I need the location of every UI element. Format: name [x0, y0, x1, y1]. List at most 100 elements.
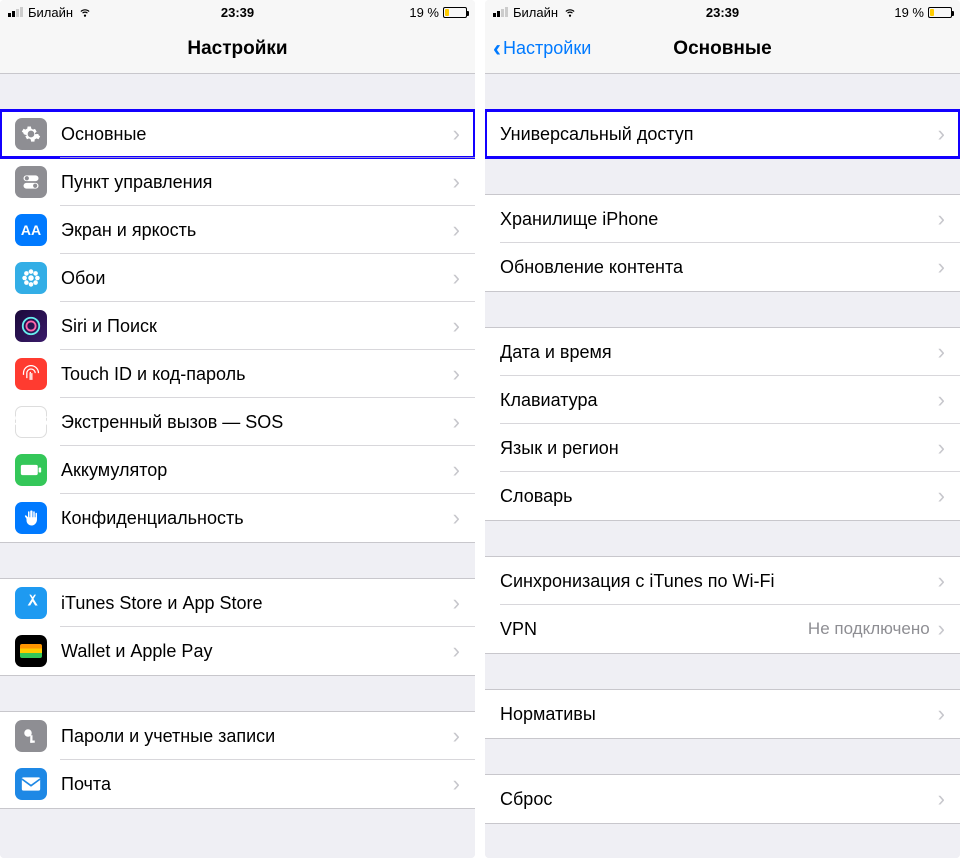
row-regulatory[interactable]: Нормативы› [485, 690, 960, 738]
row-label: Синхронизация с iTunes по Wi-Fi [500, 571, 938, 592]
status-time: 23:39 [706, 5, 739, 20]
touchid-icon [15, 358, 47, 390]
chevron-right-icon: › [453, 267, 460, 289]
row-date-time[interactable]: Дата и время› [485, 328, 960, 376]
sos-icon: SOS [15, 406, 47, 438]
chevron-right-icon: › [938, 788, 945, 810]
phone-general: Билайн 23:39 19 % ‹ Настройки Основные У… [485, 0, 960, 858]
settings-group: Синхронизация с iTunes по Wi-Fi›VPNНе по… [485, 556, 960, 654]
mail-icon [15, 768, 47, 800]
row-label: Touch ID и код-пароль [61, 364, 453, 385]
back-label: Настройки [503, 38, 591, 59]
row-wallet[interactable]: Wallet и Apple Pay› [0, 627, 475, 675]
row-label: Дата и время [500, 342, 938, 363]
settings-group: Сброс› [485, 774, 960, 824]
chevron-right-icon: › [938, 437, 945, 459]
row-accessibility[interactable]: Универсальный доступ› [485, 110, 960, 158]
carrier-label: Билайн [513, 5, 558, 20]
settings-group: Пароли и учетные записи›Почта› [0, 711, 475, 809]
row-control-center[interactable]: Пункт управления› [0, 158, 475, 206]
row-itunes-wifi[interactable]: Синхронизация с iTunes по Wi-Fi› [485, 557, 960, 605]
row-label: iTunes Store и App Store [61, 593, 453, 614]
row-label: Язык и регион [500, 438, 938, 459]
nav-bar: ‹ Настройки Основные [485, 24, 960, 74]
row-language[interactable]: Язык и регион› [485, 424, 960, 472]
row-keyboard[interactable]: Клавиатура› [485, 376, 960, 424]
chevron-right-icon: › [938, 341, 945, 363]
row-label: Почта [61, 774, 453, 795]
page-title: Настройки [10, 38, 465, 60]
row-label: Аккумулятор [61, 460, 453, 481]
row-vpn[interactable]: VPNНе подключено › [485, 605, 960, 653]
row-label: Экстренный вызов — SOS [61, 412, 453, 433]
chevron-right-icon: › [938, 208, 945, 230]
row-privacy[interactable]: Конфиденциальность› [0, 494, 475, 542]
row-battery[interactable]: Аккумулятор› [0, 446, 475, 494]
group-spacer [485, 654, 960, 689]
settings-group: Нормативы› [485, 689, 960, 739]
chevron-right-icon: › [453, 507, 460, 529]
group-spacer [0, 676, 475, 711]
row-background-refresh[interactable]: Обновление контента› [485, 243, 960, 291]
chevron-right-icon: › [938, 703, 945, 725]
row-label: Wallet и Apple Pay [61, 641, 453, 662]
siri-icon [15, 310, 47, 342]
row-dictionary[interactable]: Словарь› [485, 472, 960, 520]
appstore-icon [15, 587, 47, 619]
row-display[interactable]: AA Экран и яркость› [0, 206, 475, 254]
chevron-right-icon: › [453, 725, 460, 747]
row-sos[interactable]: SOSЭкстренный вызов — SOS› [0, 398, 475, 446]
row-general[interactable]: Основные› [0, 110, 475, 158]
chevron-right-icon: › [938, 618, 945, 640]
wallet-icon [15, 635, 47, 667]
battery-percent: 19 % [409, 5, 439, 20]
general-list[interactable]: Универсальный доступ›Хранилище iPhone›Об… [485, 74, 960, 858]
row-touchid[interactable]: Touch ID и код-пароль› [0, 350, 475, 398]
nav-bar: Настройки [0, 24, 475, 74]
row-label: Хранилище iPhone [500, 209, 938, 230]
row-label: Словарь [500, 486, 938, 507]
row-wallpaper[interactable]: Обои› [0, 254, 475, 302]
group-spacer [485, 74, 960, 109]
back-button[interactable]: ‹ Настройки [493, 37, 591, 61]
settings-group: iTunes Store и App Store›Wallet и Apple … [0, 578, 475, 676]
row-passwords[interactable]: Пароли и учетные записи› [0, 712, 475, 760]
row-value: Не подключено [808, 619, 930, 639]
general-icon [15, 118, 47, 150]
group-spacer [485, 159, 960, 194]
chevron-right-icon: › [453, 592, 460, 614]
row-label: Обои [61, 268, 453, 289]
chevron-left-icon: ‹ [493, 37, 501, 61]
settings-list[interactable]: Основные›Пункт управления› AA Экран и ярко… [0, 74, 475, 858]
row-label: Клавиатура [500, 390, 938, 411]
settings-group: Универсальный доступ› [485, 109, 960, 159]
row-reset[interactable]: Сброс› [485, 775, 960, 823]
row-storage[interactable]: Хранилище iPhone› [485, 195, 960, 243]
wallpaper-icon [15, 262, 47, 294]
row-label: VPN [500, 619, 808, 640]
group-spacer [0, 543, 475, 578]
battery-icon [443, 7, 467, 18]
group-spacer [485, 739, 960, 774]
wifi-icon [563, 4, 577, 21]
row-siri[interactable]: Siri и Поиск› [0, 302, 475, 350]
chevron-right-icon: › [453, 219, 460, 241]
row-label: Экран и яркость [61, 220, 453, 241]
group-spacer [485, 292, 960, 327]
settings-group: Основные›Пункт управления› AA Экран и ярко… [0, 109, 475, 543]
row-appstore[interactable]: iTunes Store и App Store› [0, 579, 475, 627]
group-spacer [485, 521, 960, 556]
row-mail[interactable]: Почта› [0, 760, 475, 808]
display-icon: AA [15, 214, 47, 246]
chevron-right-icon: › [938, 485, 945, 507]
battery-icon [15, 454, 47, 486]
chevron-right-icon: › [453, 123, 460, 145]
chevron-right-icon: › [453, 315, 460, 337]
row-label: Конфиденциальность [61, 508, 453, 529]
status-time: 23:39 [221, 5, 254, 20]
status-bar: Билайн 23:39 19 % [485, 0, 960, 24]
group-spacer [0, 74, 475, 109]
battery-percent: 19 % [894, 5, 924, 20]
battery-icon [928, 7, 952, 18]
chevron-right-icon: › [938, 123, 945, 145]
